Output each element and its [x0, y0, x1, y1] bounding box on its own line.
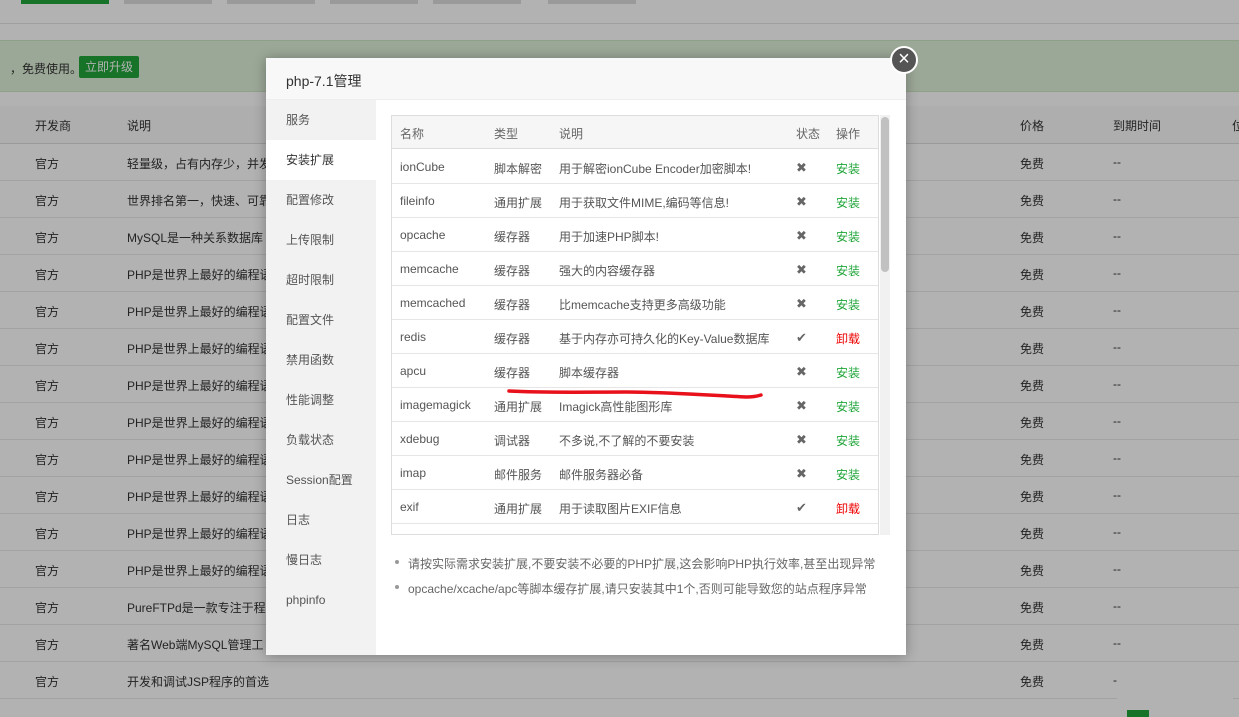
not-installed-x-icon: ✖ — [796, 262, 807, 277]
nav-item-2[interactable]: 配置修改 — [266, 180, 376, 220]
extension-description: 用于获取文件MIME,编码等信息! — [559, 196, 729, 210]
header-name: 名称 — [400, 127, 425, 141]
nav-item-3[interactable]: 上传限制 — [266, 220, 376, 260]
header-description: 说明 — [559, 127, 584, 141]
extension-type: 缓存器 — [494, 332, 531, 346]
extension-table: 名称 类型 说明 状态 操作 ionCube 脚本解密 用于解密ionCube En… — [391, 115, 879, 535]
not-installed-x-icon: ✖ — [796, 466, 807, 481]
extension-panel: 名称 类型 说明 状态 操作 ionCube 脚本解密 用于解密ionCube En… — [376, 100, 906, 655]
not-installed-x-icon: ✖ — [796, 228, 807, 243]
extension-name: imagemagick — [400, 398, 471, 412]
extension-description: 不多说,不了解的不要安装 — [559, 434, 695, 448]
extension-row-fileinfo: fileinfo 通用扩展 用于获取文件MIME,编码等信息! ✖ 安装 — [392, 184, 878, 218]
extension-name: memcached — [400, 296, 466, 310]
extension-type: 通用扩展 — [494, 502, 543, 516]
extension-description: 用于解密ionCube Encoder加密脚本! — [559, 162, 752, 176]
dialog-side-nav: 服务 安装扩展 配置修改 上传限制 超时限制 配置文件 禁用函数 性能调整 负载状态 Sessio… — [266, 100, 376, 655]
php-manage-dialog: php-7.1管理 服务 安装扩展 配置修改 上传限制 超时限制 配置文件 禁用函数 性能调整… — [266, 58, 906, 655]
nav-item-8[interactable]: 负载状态 — [266, 420, 376, 460]
extension-row-redis: redis 缓存器 基于内存亦可持久化的Key-Value数据库 ✔ 卸载 — [392, 320, 878, 354]
nav-item-4[interactable]: 超时限制 — [266, 260, 376, 300]
extension-row-memcache: memcache 缓存器 强大的内容缓存器 ✖ 安装 — [392, 252, 878, 286]
not-installed-x-icon: ✖ — [796, 364, 807, 379]
scrollbar-thumb[interactable] — [881, 117, 889, 272]
extension-description: 用于加速PHP脚本! — [559, 230, 660, 244]
extension-description: 用于读取图片EXIF信息 — [559, 502, 682, 516]
extension-name: redis — [400, 330, 427, 344]
install-link[interactable]: 安装 — [836, 228, 860, 245]
not-installed-x-icon: ✖ — [796, 194, 807, 209]
extension-description: 基于内存亦可持久化的Key-Value数据库 — [559, 332, 770, 346]
extension-type: 缓存器 — [494, 298, 531, 312]
extension-row-imap: imap 邮件服务 邮件服务器必备 ✖ 安装 — [392, 456, 878, 490]
dialog-title: php-7.1管理 — [286, 73, 362, 89]
extension-name: xdebug — [400, 432, 440, 446]
extension-type: 调试器 — [494, 434, 531, 448]
extension-row-xdebug: xdebug 调试器 不多说,不了解的不要安装 ✖ 安装 — [392, 422, 878, 456]
uninstall-link[interactable]: 卸载 — [836, 330, 860, 347]
nav-item-12[interactable]: phpinfo — [266, 580, 376, 620]
nav-item-10[interactable]: 日志 — [266, 500, 376, 540]
extension-name: imap — [400, 466, 427, 480]
not-installed-x-icon: ✖ — [796, 432, 807, 447]
extension-type: 缓存器 — [494, 264, 531, 278]
extension-type: 邮件服务 — [494, 468, 543, 482]
extension-name: apcu — [400, 364, 427, 378]
extension-row-memcached: memcached 缓存器 比memcache支持更多高级功能 ✖ 安装 — [392, 286, 878, 320]
not-installed-x-icon: ✖ — [796, 160, 807, 175]
extension-name: fileinfo — [400, 194, 435, 208]
install-link[interactable]: 安装 — [836, 432, 860, 449]
nav-item-1[interactable]: 安装扩展 — [266, 140, 376, 180]
nav-item-9[interactable]: Session配置 — [266, 460, 376, 500]
extension-description: 比memcache支持更多高级功能 — [559, 298, 726, 312]
extension-name: opcache — [400, 228, 446, 242]
extension-table-header: 名称 类型 说明 状态 操作 — [392, 116, 878, 149]
header-operation: 操作 — [836, 127, 861, 141]
not-installed-x-icon: ✖ — [796, 296, 807, 311]
nav-item-6[interactable]: 禁用函数 — [266, 340, 376, 380]
extension-name: exif — [400, 500, 419, 514]
note-item: 请按实际需求安装扩展,不要安装不必要的PHP扩展,这会影响PHP执行效率,甚至出… — [392, 555, 892, 580]
nav-item-5[interactable]: 配置文件 — [266, 300, 376, 340]
nav-item-0[interactable]: 服务 — [266, 100, 376, 140]
installed-check-icon: ✔ — [796, 330, 807, 345]
extension-row-exif: exif 通用扩展 用于读取图片EXIF信息 ✔ 卸载 — [392, 490, 878, 524]
extension-type: 脚本解密 — [494, 162, 543, 176]
red-underline-annotation — [507, 389, 763, 399]
extension-description: 强大的内容缓存器 — [559, 264, 656, 278]
nav-item-7[interactable]: 性能调整 — [266, 380, 376, 420]
extension-notes: 请按实际需求安装扩展,不要安装不必要的PHP扩展,这会影响PHP执行效率,甚至出… — [392, 555, 892, 605]
table-scrollbar[interactable] — [880, 115, 890, 535]
install-link[interactable]: 安装 — [836, 296, 860, 313]
install-link[interactable]: 安装 — [836, 466, 860, 483]
install-link[interactable]: 安装 — [836, 194, 860, 211]
not-installed-x-icon: ✖ — [796, 398, 807, 413]
extension-type: 通用扩展 — [494, 196, 543, 210]
installed-check-icon: ✔ — [796, 500, 807, 515]
install-link[interactable]: 安装 — [836, 364, 860, 381]
extension-row-opcache: opcache 缓存器 用于加速PHP脚本! ✖ 安装 — [392, 218, 878, 252]
extension-name: ionCube — [400, 160, 445, 174]
install-link[interactable]: 安装 — [836, 398, 860, 415]
note-item: opcache/xcache/apc等脚本缓存扩展,请只安装其中1个,否则可能导… — [392, 580, 892, 605]
nav-item-11[interactable]: 慢日志 — [266, 540, 376, 580]
header-status: 状态 — [796, 127, 821, 141]
uninstall-link[interactable]: 卸载 — [836, 500, 860, 517]
install-link[interactable]: 安装 — [836, 160, 860, 177]
extension-name: memcache — [400, 262, 459, 276]
close-icon[interactable]: × — [890, 46, 918, 74]
extension-type: 缓存器 — [494, 366, 531, 380]
extension-type: 缓存器 — [494, 230, 531, 244]
extension-description: 邮件服务器必备 — [559, 468, 644, 482]
header-type: 类型 — [494, 127, 519, 141]
extension-row-ionCube: ionCube 脚本解密 用于解密ionCube Encoder加密脚本! ✖ 安装 — [392, 150, 878, 184]
extension-description: 脚本缓存器 — [559, 366, 620, 380]
install-link[interactable]: 安装 — [836, 262, 860, 279]
dialog-title-bar: php-7.1管理 — [266, 58, 906, 100]
